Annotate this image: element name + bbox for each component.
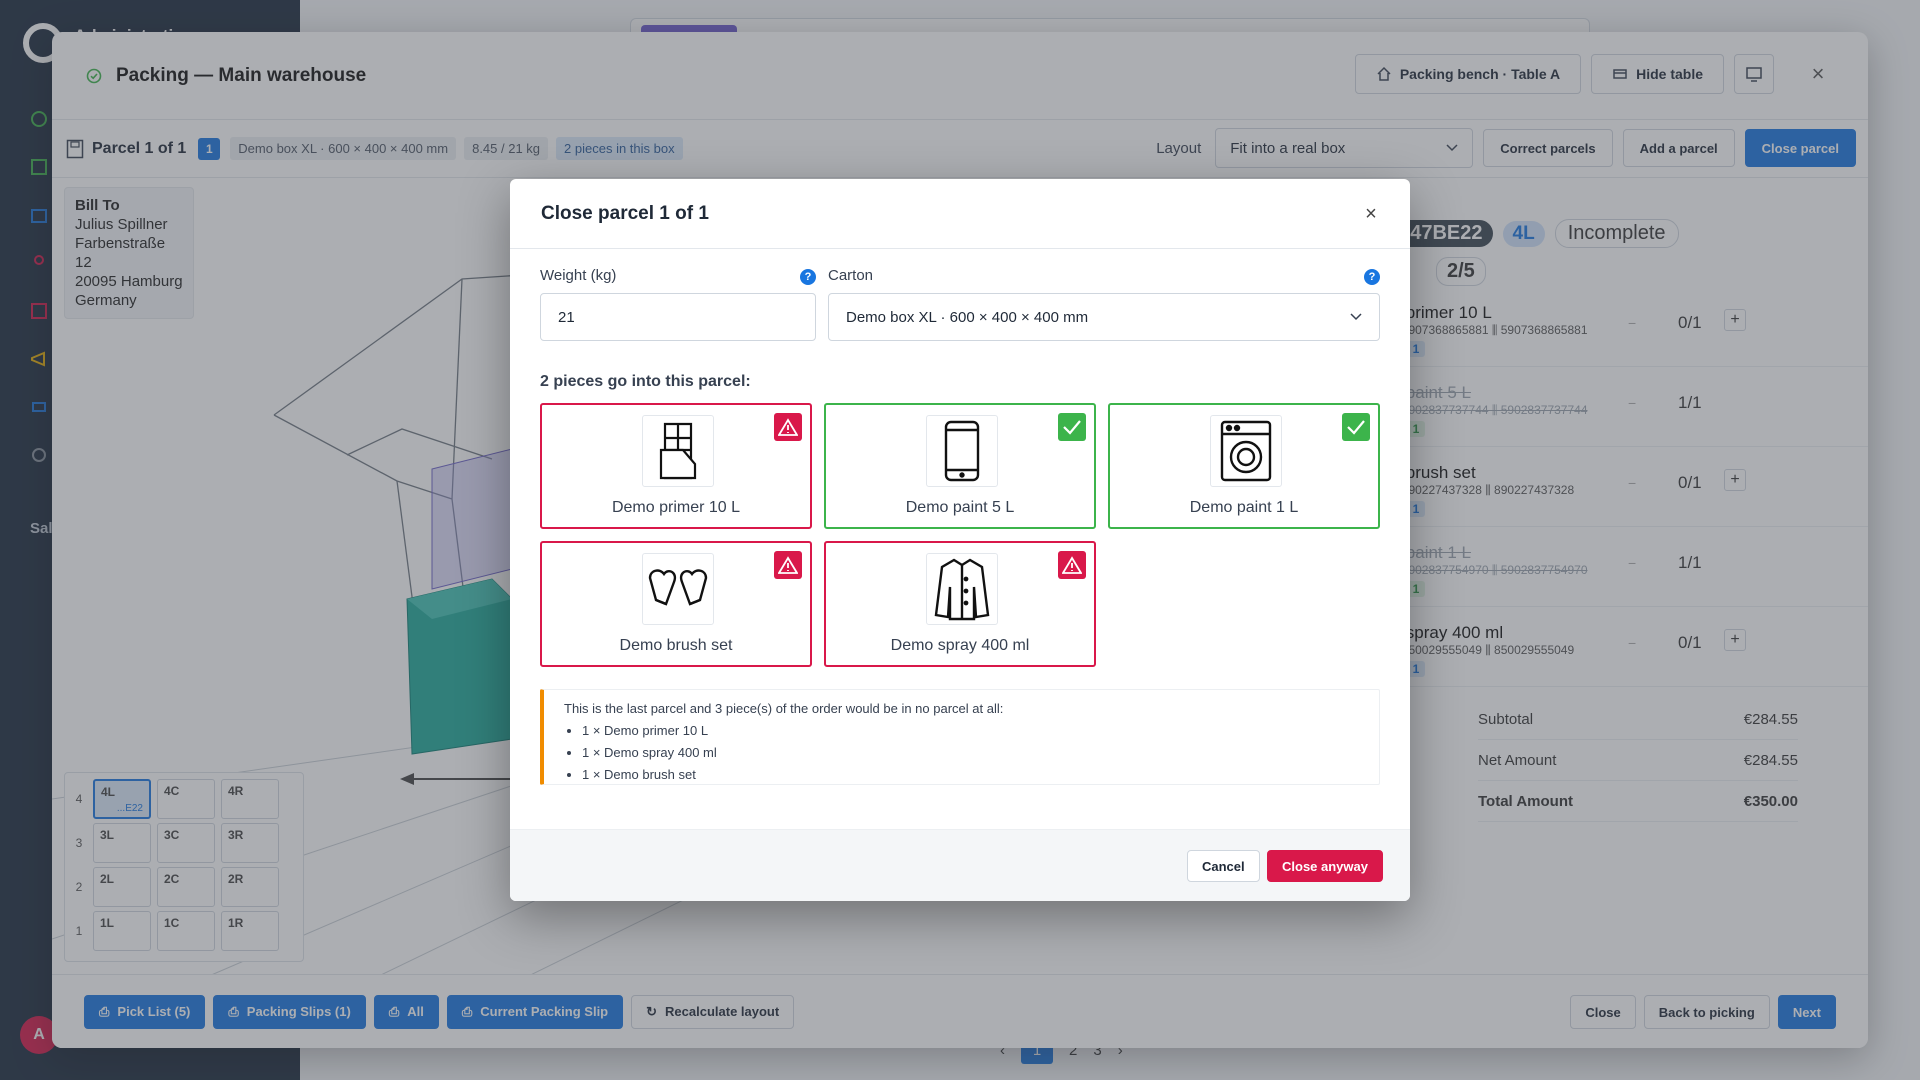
warning-item: 1 × Demo primer 10 L <box>582 720 1359 742</box>
gloves-icon <box>648 569 708 606</box>
chevron-down-icon <box>1350 313 1362 321</box>
washing-machine-icon <box>1220 420 1272 482</box>
weight-label: Weight (kg) <box>540 267 617 284</box>
check-icon <box>1058 413 1086 441</box>
carton-value: Demo box XL · 600 × 400 × 400 mm <box>846 308 1089 326</box>
product-name: Demo paint 1 L <box>1189 499 1299 516</box>
product-thumb <box>1210 415 1282 487</box>
warning-icon <box>774 551 802 579</box>
unpacked-warning: This is the last parcel and 3 piece(s) o… <box>540 689 1380 785</box>
warning-item: 1 × Demo spray 400 ml <box>582 742 1359 764</box>
product-name: Demo primer 10 L <box>611 499 741 516</box>
close-parcel-dialog: Close parcel 1 of 1 × Weight (kg) ? 21 C… <box>510 179 1410 901</box>
warning-text: This is the last parcel and 3 piece(s) o… <box>564 701 1004 716</box>
cancel-button[interactable]: Cancel <box>1187 850 1260 882</box>
chocolate-icon <box>659 422 697 480</box>
product-thumb <box>926 415 998 487</box>
product-name: Demo spray 400 ml <box>890 637 1030 654</box>
product-thumb <box>642 415 714 487</box>
jacket-icon <box>934 558 990 621</box>
product-thumb <box>926 553 998 625</box>
carton-select[interactable]: Demo box XL · 600 × 400 × 400 mm <box>828 293 1380 341</box>
help-icon[interactable]: ? <box>1364 269 1380 285</box>
product-name: Demo paint 5 L <box>905 499 1015 516</box>
warning-item: 1 × Demo brush set <box>582 764 1359 786</box>
product-card[interactable]: Demo spray 400 ml <box>824 541 1096 667</box>
close-icon[interactable]: × <box>1360 203 1382 225</box>
weight-value: 21 <box>558 308 575 326</box>
phone-icon <box>944 420 980 482</box>
check-icon <box>1342 413 1370 441</box>
warning-icon <box>774 413 802 441</box>
carton-label: Carton <box>828 267 874 284</box>
weight-input[interactable]: 21 <box>540 293 816 341</box>
product-thumb <box>642 553 714 625</box>
product-card[interactable]: Demo primer 10 L <box>540 403 812 529</box>
product-card[interactable]: Demo paint 5 L <box>824 403 1096 529</box>
pieces-heading: 2 pieces go into this parcel: <box>540 373 751 390</box>
dialog-footer: Cancel Close anyway <box>510 829 1410 901</box>
help-icon[interactable]: ? <box>800 269 816 285</box>
dialog-title: Close parcel 1 of 1 <box>541 202 709 224</box>
dialog-header: Close parcel 1 of 1 × <box>510 179 1410 249</box>
warning-icon <box>1058 551 1086 579</box>
product-name: Demo brush set <box>619 637 733 654</box>
product-card[interactable]: Demo brush set <box>540 541 812 667</box>
close-anyway-button[interactable]: Close anyway <box>1267 850 1383 882</box>
product-card[interactable]: Demo paint 1 L <box>1108 403 1380 529</box>
